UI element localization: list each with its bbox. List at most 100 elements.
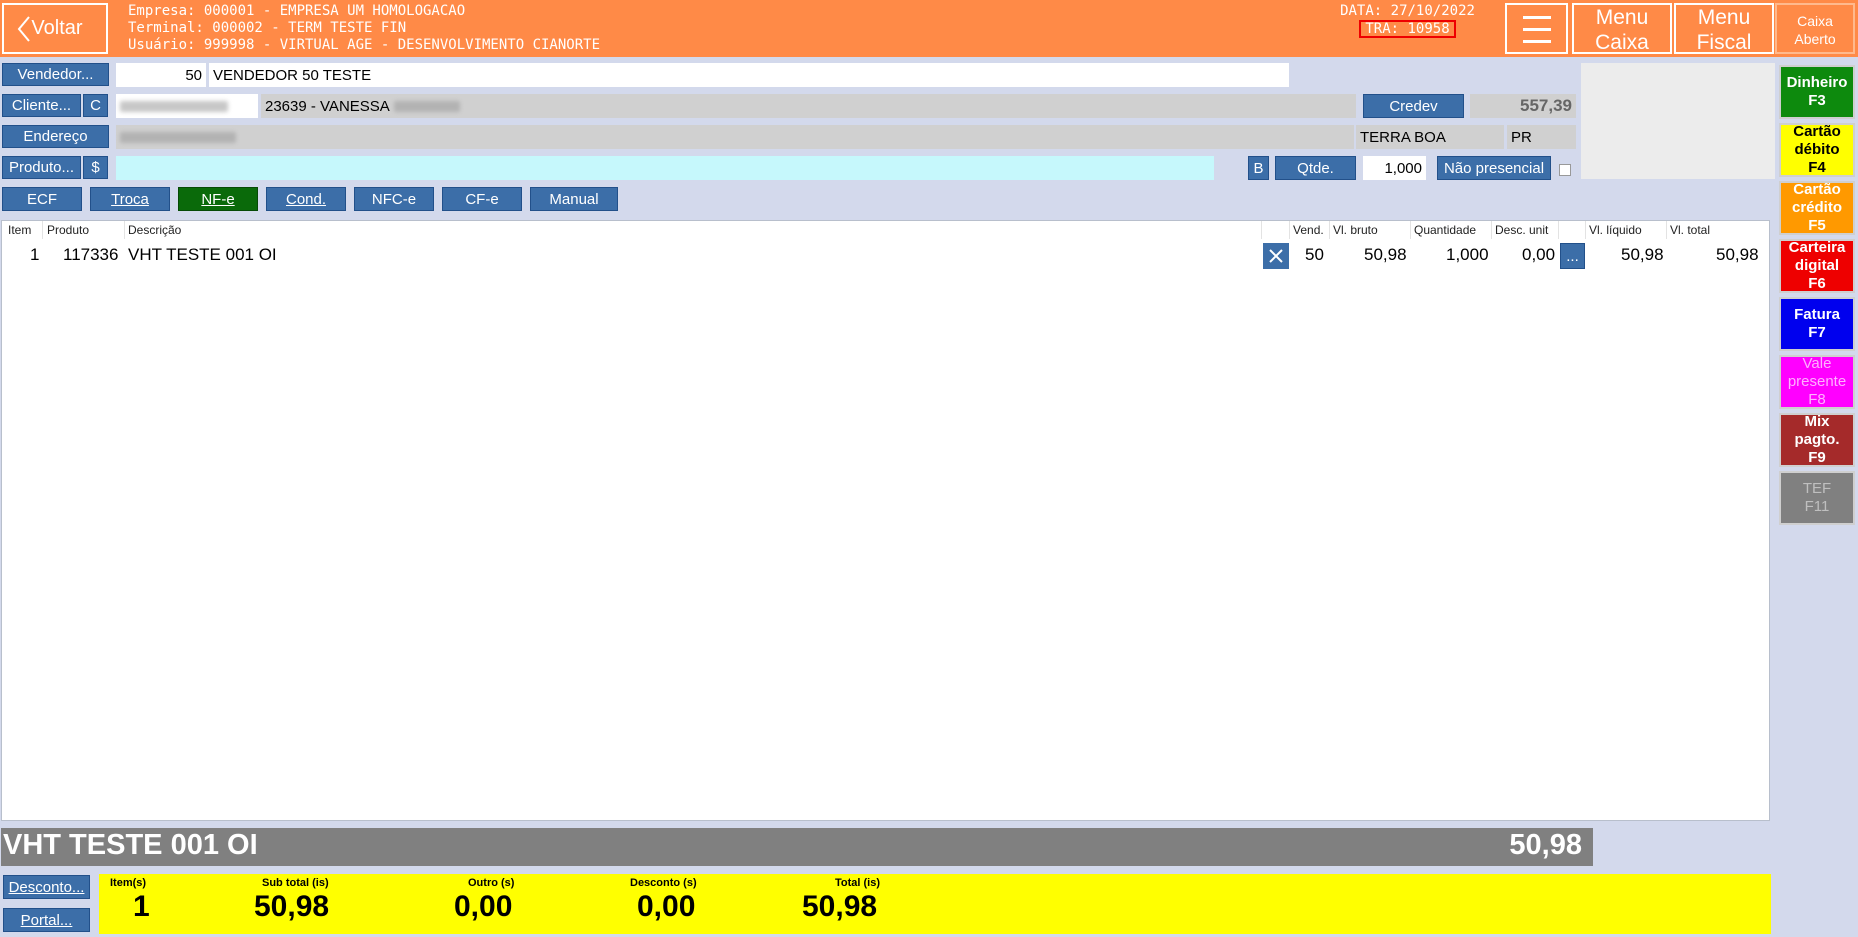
pay-fatura-button[interactable]: Fatura F7 xyxy=(1779,297,1855,351)
qtde-field[interactable]: 1,000 xyxy=(1363,156,1426,180)
pay-key: F8 xyxy=(1808,391,1826,408)
pay-label: débito xyxy=(1794,141,1840,158)
pay-vale-presente-button[interactable]: Vale presente F8 xyxy=(1779,355,1855,409)
menu-caixa-line1: Menu xyxy=(1595,6,1649,29)
nfe-button[interactable]: NF-e xyxy=(178,187,258,211)
caixa-status-line2: Aberto xyxy=(1794,31,1836,47)
date-text: DATA: 27/10/2022 xyxy=(1340,3,1475,19)
pay-key: F6 xyxy=(1808,275,1826,292)
produto-price-button[interactable]: $ xyxy=(83,156,108,179)
header-vend: Vend. xyxy=(1293,223,1324,237)
menu-fiscal-button[interactable]: Menu Fiscal xyxy=(1674,3,1774,54)
pay-label: Carteira xyxy=(1788,239,1846,256)
produto-search-input[interactable] xyxy=(116,156,1214,180)
subtotal-label: Sub total (is) xyxy=(262,877,329,889)
cliente-document-redacted xyxy=(120,100,228,112)
pay-label: Mix xyxy=(1804,413,1830,430)
cliente-button[interactable]: Cliente... xyxy=(2,94,81,117)
pay-label: crédito xyxy=(1791,199,1842,216)
desconto-total-label: Desconto (s) xyxy=(630,877,697,889)
credev-button[interactable]: Credev xyxy=(1363,94,1464,118)
cell-vl-total: 50,98 xyxy=(1716,245,1759,264)
header-desc-unit: Desc. unit xyxy=(1495,223,1549,237)
total-value: 50,98 xyxy=(802,890,878,923)
header-vl-liquido: Vl. líquido xyxy=(1589,223,1642,237)
qtde-button[interactable]: Qtde. xyxy=(1275,156,1356,180)
selected-product-name: VHT TESTE 001 OI xyxy=(3,829,258,861)
nfce-button[interactable]: NFC-e xyxy=(354,187,434,211)
pay-label: Vale xyxy=(1802,355,1832,372)
pay-key: F3 xyxy=(1808,92,1826,109)
total-label: Total (is) xyxy=(835,877,881,889)
pay-label: Cartão xyxy=(1793,123,1841,140)
hamburger-menu-button[interactable] xyxy=(1505,3,1568,54)
portal-button[interactable]: Portal... xyxy=(3,908,90,932)
cliente-document-field[interactable] xyxy=(116,94,258,118)
cond-button[interactable]: Cond. xyxy=(266,187,346,211)
cliente-surname-redacted xyxy=(393,100,460,112)
chevron-left-icon xyxy=(17,16,30,42)
pay-label: TEF xyxy=(1802,480,1832,497)
date-info: DATA: 27/10/2022 TRA: 10958 xyxy=(1310,0,1505,57)
pay-label: pagto. xyxy=(1794,431,1840,448)
endereco-field xyxy=(116,125,1354,149)
manual-button[interactable]: Manual xyxy=(530,187,618,211)
pay-label: Fatura xyxy=(1794,306,1840,323)
cell-produto: 117336 xyxy=(63,245,119,264)
empresa-text: Empresa: 000001 - EMPRESA UM HOMOLOGACAO xyxy=(128,3,466,19)
menu-icon-bar xyxy=(1523,28,1551,31)
pay-tef-button[interactable]: TEF F11 xyxy=(1779,471,1855,525)
back-button[interactable]: Voltar xyxy=(2,3,108,54)
cell-quantidade: 1,000 xyxy=(1446,245,1489,264)
session-info: Empresa: 000001 - EMPRESA UM HOMOLOGACAO… xyxy=(110,0,1310,57)
endereco-redacted xyxy=(120,131,236,143)
cfe-button[interactable]: CF-e xyxy=(442,187,522,211)
pay-label: presente xyxy=(1787,373,1847,390)
menu-icon-bar xyxy=(1523,40,1551,43)
item-more-button[interactable]: ... xyxy=(1560,243,1585,269)
caixa-status: Caixa Aberto xyxy=(1775,3,1855,54)
desconto-total-value: 0,00 xyxy=(637,890,696,923)
vendedor-button[interactable]: Vendedor... xyxy=(2,63,109,86)
nao-presencial-button[interactable]: Não presencial xyxy=(1437,156,1551,180)
pay-label: Cartão xyxy=(1793,181,1841,198)
cell-item: 1 xyxy=(30,245,40,264)
b-button[interactable]: B xyxy=(1248,156,1269,180)
vendedor-code-field[interactable]: 50 xyxy=(116,63,206,87)
menu-icon xyxy=(1523,16,1551,19)
pay-cartao-debito-button[interactable]: Cartão débito F4 xyxy=(1779,123,1855,177)
cliente-c-button[interactable]: C xyxy=(83,94,108,117)
header-vl-bruto: Vl. bruto xyxy=(1333,223,1378,237)
pay-key: F7 xyxy=(1808,324,1826,341)
remove-item-button[interactable] xyxy=(1263,243,1289,269)
pay-key: F4 xyxy=(1808,159,1826,176)
outro-label: Outro (s) xyxy=(468,877,515,889)
nao-presencial-checkbox[interactable] xyxy=(1559,164,1571,176)
menu-caixa-button[interactable]: Menu Caixa xyxy=(1572,3,1672,54)
caixa-status-line1: Caixa xyxy=(1797,13,1833,29)
pay-mix-button[interactable]: Mix pagto. F9 xyxy=(1779,413,1855,467)
header-descricao: Descrição xyxy=(128,223,182,237)
header-quantidade: Quantidade xyxy=(1414,223,1477,237)
desconto-button[interactable]: Desconto... xyxy=(3,875,90,899)
cell-vl-bruto: 50,98 xyxy=(1364,245,1407,264)
cell-descricao: VHT TESTE 001 OI xyxy=(128,245,277,264)
uf-field: PR xyxy=(1507,125,1576,149)
itens-value: 1 xyxy=(133,890,150,923)
menu-fiscal-line1: Menu xyxy=(1697,6,1751,29)
troca-button[interactable]: Troca xyxy=(90,187,170,211)
pay-cartao-credito-button[interactable]: Cartão crédito F5 xyxy=(1779,181,1855,235)
header-vl-total: Vl. total xyxy=(1670,223,1711,237)
menu-fiscal-line2: Fiscal xyxy=(1696,31,1752,54)
menu-caixa-line2: Caixa xyxy=(1595,31,1649,54)
pay-dinheiro-button[interactable]: Dinheiro F3 xyxy=(1779,65,1855,119)
endereco-button[interactable]: Endereço xyxy=(2,125,109,148)
vendedor-name-field: VENDEDOR 50 TESTE xyxy=(209,63,1289,87)
cell-vend: 50 xyxy=(1305,245,1324,264)
ecf-button[interactable]: ECF xyxy=(2,187,82,211)
items-table: Item Produto Descrição Vend. Vl. bruto Q… xyxy=(1,220,1770,821)
pay-carteira-digital-button[interactable]: Carteira digital F6 xyxy=(1779,239,1855,293)
tra-badge: TRA: 10958 xyxy=(1359,20,1456,38)
header-item: Item xyxy=(8,223,32,237)
produto-button[interactable]: Produto... xyxy=(2,156,81,179)
